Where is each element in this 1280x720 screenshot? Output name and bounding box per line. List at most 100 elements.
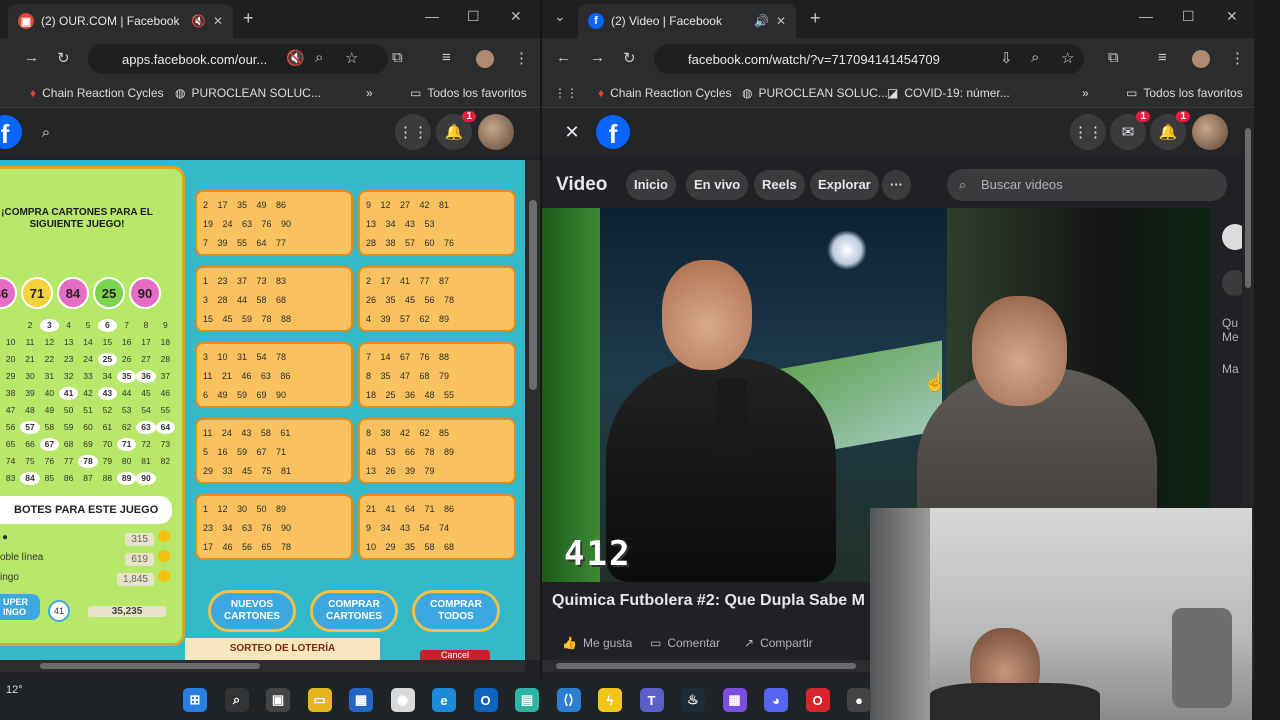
steam-icon[interactable]: ♨	[681, 688, 705, 712]
profile-icon[interactable]	[476, 50, 494, 68]
menu-icon[interactable]: ⋮	[1230, 49, 1245, 67]
notifications-icon[interactable]: 🔔 1	[436, 111, 476, 150]
bingo-card[interactable]: 21 41 64 71 86 9 34 43 54 74 10 29 35 58 6…	[358, 494, 516, 560]
avatar[interactable]	[478, 114, 514, 150]
discord-icon[interactable]: ◕	[764, 688, 788, 712]
search-icon[interactable]: ⌕	[224, 688, 249, 712]
weather-widget[interactable]: 12°	[6, 684, 23, 696]
mute-icon[interactable]: 🔇	[191, 14, 206, 28]
bingo-card[interactable]: 8 38 42 62 85 48 53 66 78 89 13 26 39 79	[358, 418, 516, 484]
more-bookmarks-icon[interactable]: »	[366, 86, 373, 100]
mute-site-icon[interactable]: 🔇	[286, 49, 305, 67]
forward-icon[interactable]: →	[24, 49, 39, 66]
bookmark-item[interactable]: ◍ PUROCLEAN SOLUC...	[742, 86, 888, 100]
buy-cards-button[interactable]: COMPRAR CARTONES	[310, 590, 398, 632]
tab-search-icon[interactable]: ⌄	[554, 8, 566, 25]
spreadsheet-icon[interactable]: ▤	[515, 688, 539, 712]
teams-icon[interactable]: T	[639, 688, 664, 712]
media-icon[interactable]: ≡	[442, 49, 451, 66]
like-button[interactable]: 👍 Me gusta	[562, 636, 632, 650]
maximize-icon[interactable]: ☐	[467, 8, 480, 25]
apps-menu-icon[interactable]: ⋮⋮	[395, 114, 431, 150]
chrome-icon[interactable]: ◉	[390, 688, 415, 712]
bookmark-folder[interactable]: ▭ Todos los favoritos	[410, 86, 527, 100]
address-bar[interactable]: apps.facebook.com/our...	[88, 44, 388, 74]
apps-icon[interactable]: ⋮⋮	[554, 86, 578, 100]
nav-more[interactable]: ···	[882, 170, 911, 200]
store-icon[interactable]: ▦	[349, 688, 373, 712]
new-tab-icon[interactable]: +	[810, 8, 821, 29]
address-bar[interactable]: facebook.com/watch/?v=717094141454709	[654, 44, 1084, 74]
close-tab-icon[interactable]: ✕	[213, 14, 223, 28]
star-icon[interactable]: ☆	[345, 49, 358, 67]
comment-button[interactable]: ▭ Comentar	[650, 636, 720, 650]
zoom-icon[interactable]: ⌕	[315, 49, 323, 66]
bingo-card[interactable]: 3 10 31 54 78 11 21 46 63 86 6 49 59 69 90	[195, 342, 353, 408]
vscode-icon[interactable]: ⟨⟩	[556, 688, 581, 712]
opera-icon[interactable]: O	[805, 688, 830, 712]
bookmark-item[interactable]: ♦ Chain Reaction Cycles	[30, 86, 164, 100]
back-icon[interactable]: ←	[556, 49, 571, 66]
facebook-logo-icon[interactable]: f	[0, 115, 22, 149]
tab-ourcom[interactable]: ▣ (2) OUR.COM | Facebook 🔇 ✕	[8, 4, 233, 38]
profile-icon[interactable]	[1192, 50, 1210, 68]
outlook-icon[interactable]: O	[473, 688, 498, 712]
share-button[interactable]: ↗ Compartir	[744, 636, 813, 650]
bookmark-item[interactable]: ◍ PUROCLEAN SOLUC...	[175, 86, 321, 100]
scroll-thumb[interactable]	[556, 663, 856, 669]
notifications-icon[interactable]: 🔔 1	[1150, 111, 1190, 150]
extensions-icon[interactable]: ⧉	[392, 49, 403, 66]
search-input[interactable]: ⌕ Buscar videos	[947, 169, 1227, 201]
bingo-card[interactable]: 1 12 30 50 89 23 34 63 76 90 17 46 56 65 7…	[195, 494, 353, 560]
minimize-icon[interactable]: —	[425, 8, 439, 24]
bingo-card[interactable]: 2 17 41 77 87 26 35 45 56 78 4 39 57 62 89	[358, 266, 516, 332]
scroll-thumb[interactable]	[40, 663, 260, 669]
reload-icon[interactable]: ↻	[623, 49, 636, 67]
bingo-icon[interactable]: ●	[847, 688, 871, 712]
bingo-card[interactable]: 11 24 43 58 61 5 16 59 67 71 29 33 45 75 8…	[195, 418, 353, 484]
games-icon[interactable]: ▦	[722, 688, 747, 712]
messenger-icon[interactable]: ✉ 1	[1110, 111, 1150, 150]
close-tab-icon[interactable]: ✕	[776, 14, 786, 28]
install-icon[interactable]: ⇩	[1000, 49, 1013, 67]
close-icon[interactable]: ✕	[554, 114, 590, 150]
files-icon[interactable]: ▭	[307, 688, 332, 712]
scroll-thumb[interactable]	[1245, 128, 1251, 288]
new-tab-icon[interactable]: +	[243, 8, 254, 29]
maximize-icon[interactable]: ☐	[1182, 8, 1195, 25]
edge-icon[interactable]: e	[432, 688, 456, 712]
avatar[interactable]	[1192, 114, 1228, 150]
facebook-logo-icon[interactable]: f	[596, 115, 630, 149]
horizontal-scrollbar[interactable]	[0, 660, 525, 672]
search-icon[interactable]: ⌕	[28, 114, 64, 150]
vertical-scrollbar[interactable]	[526, 160, 540, 660]
taskview-icon[interactable]: ▣	[266, 688, 290, 712]
buy-all-button[interactable]: COMPRAR TODOS	[412, 590, 500, 632]
nav-inicio[interactable]: Inicio	[626, 170, 676, 200]
nav-reels[interactable]: Reels	[754, 170, 805, 200]
menu-icon[interactable]: ⋮	[514, 49, 529, 67]
bingo-card[interactable]: 1 23 37 73 83 3 28 44 58 68 15 45 59 78 88	[195, 266, 353, 332]
close-window-icon[interactable]: ✕	[510, 8, 522, 25]
bookmark-folder[interactable]: ▭ Todos los favoritos	[1126, 86, 1243, 100]
media-icon[interactable]: ≡	[1158, 49, 1167, 66]
scroll-thumb[interactable]	[529, 200, 537, 390]
apps-menu-icon[interactable]: ⋮⋮	[1070, 114, 1106, 150]
bingo-card[interactable]: 7 14 67 76 88 8 35 47 68 79 18 25 36 48 55	[358, 342, 516, 408]
new-cards-button[interactable]: NUEVOS CARTONES	[208, 590, 296, 632]
minimize-icon[interactable]: —	[1139, 8, 1153, 24]
lightning-icon[interactable]: ϟ	[598, 688, 622, 712]
tab-video[interactable]: f (2) Video | Facebook 🔊 ✕	[578, 4, 796, 38]
bookmark-item[interactable]: ◪ COVID-19: númer...	[887, 86, 1010, 100]
audio-icon[interactable]: 🔊	[754, 14, 769, 28]
nav-explorar[interactable]: Explorar	[810, 170, 879, 200]
forward-icon[interactable]: →	[590, 49, 605, 66]
nav-en-vivo[interactable]: En vivo	[686, 170, 749, 200]
bingo-card[interactable]: 9 12 27 42 81 13 34 43 53 28 38 57 60 76	[358, 190, 516, 256]
extensions-icon[interactable]: ⧉	[1108, 49, 1119, 66]
star-icon[interactable]: ☆	[1061, 49, 1074, 67]
bookmark-item[interactable]: ♦ Chain Reaction Cycles	[598, 86, 732, 100]
zoom-icon[interactable]: ⌕	[1031, 49, 1039, 66]
bingo-card[interactable]: 2 17 35 49 86 19 24 63 76 90 7 39 55 64 77	[195, 190, 353, 256]
windows-icon[interactable]: ⊞	[183, 688, 207, 712]
